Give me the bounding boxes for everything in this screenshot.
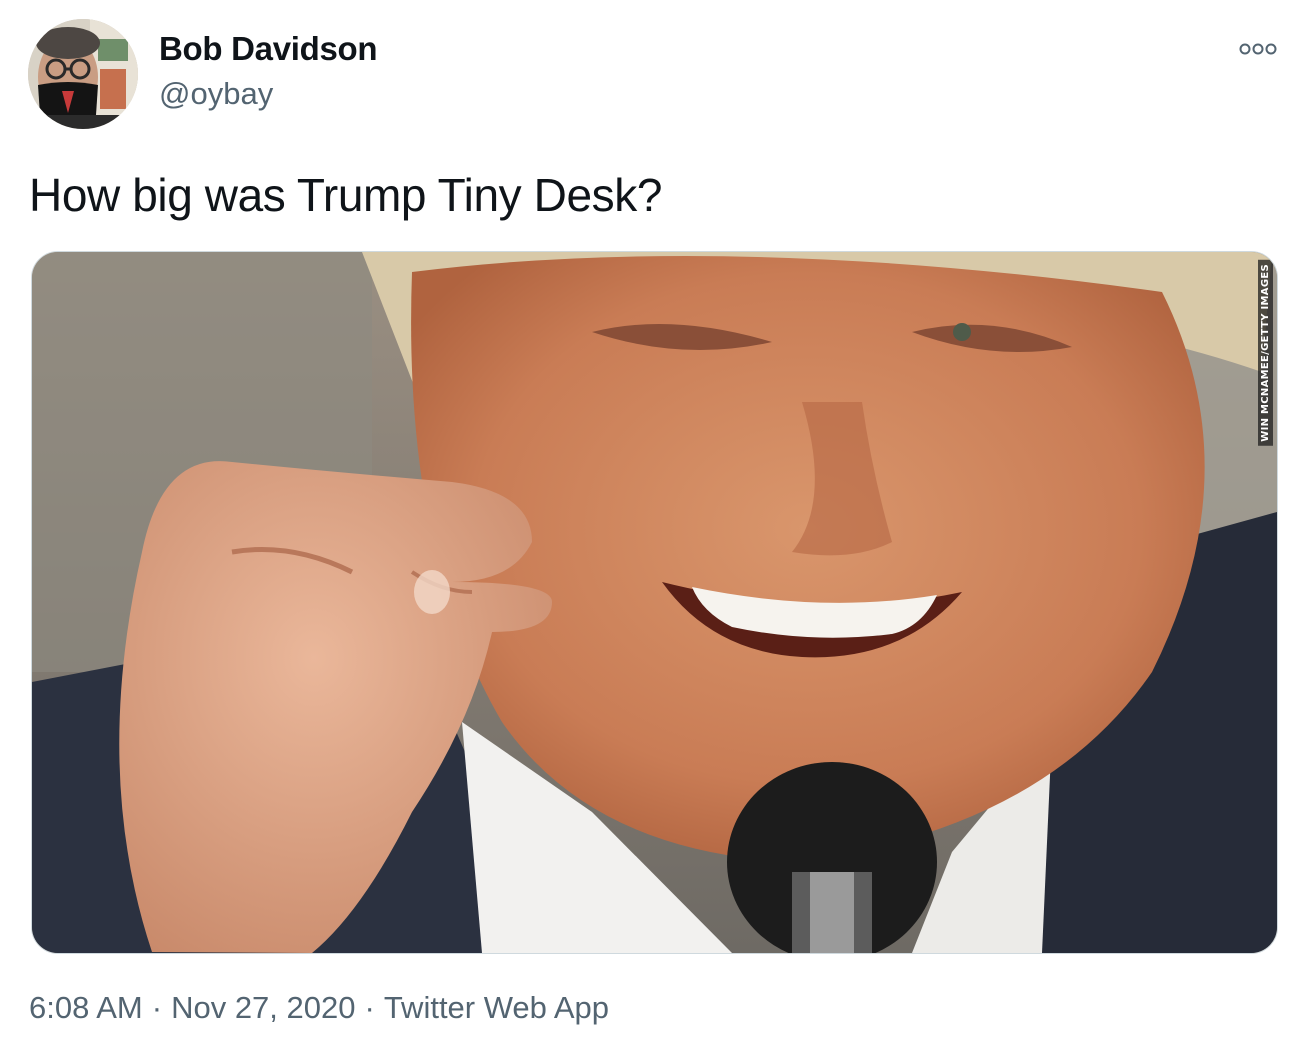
meta-separator: · [151, 990, 163, 1025]
author-handle[interactable]: @oybay [159, 76, 273, 112]
avatar-image [28, 19, 138, 129]
tweet-date-link[interactable]: Nov 27, 2020 [171, 990, 355, 1025]
tweet-text: How big was Trump Tiny Desk? [29, 169, 663, 221]
photo-image [32, 252, 1277, 953]
tweet-photo[interactable]: WIN MCNAMEE/GETTY IMAGES [31, 251, 1278, 954]
tweet-source-link[interactable]: Twitter Web App [384, 990, 609, 1025]
tweet-time-link[interactable]: 6:08 AM [29, 990, 143, 1025]
photo-credit: WIN MCNAMEE/GETTY IMAGES [1258, 260, 1273, 446]
meta-separator: · [364, 990, 375, 1025]
more-options-icon [1239, 43, 1277, 55]
more-options-button[interactable] [1236, 36, 1280, 62]
author-name[interactable]: Bob Davidson [159, 30, 378, 68]
author-avatar[interactable] [28, 19, 138, 129]
tweet: Bob Davidson @oybay How big was Trump Ti… [0, 0, 1298, 1050]
tweet-meta: 6:08 AM · Nov 27, 2020 · Twitter Web App [29, 990, 609, 1026]
